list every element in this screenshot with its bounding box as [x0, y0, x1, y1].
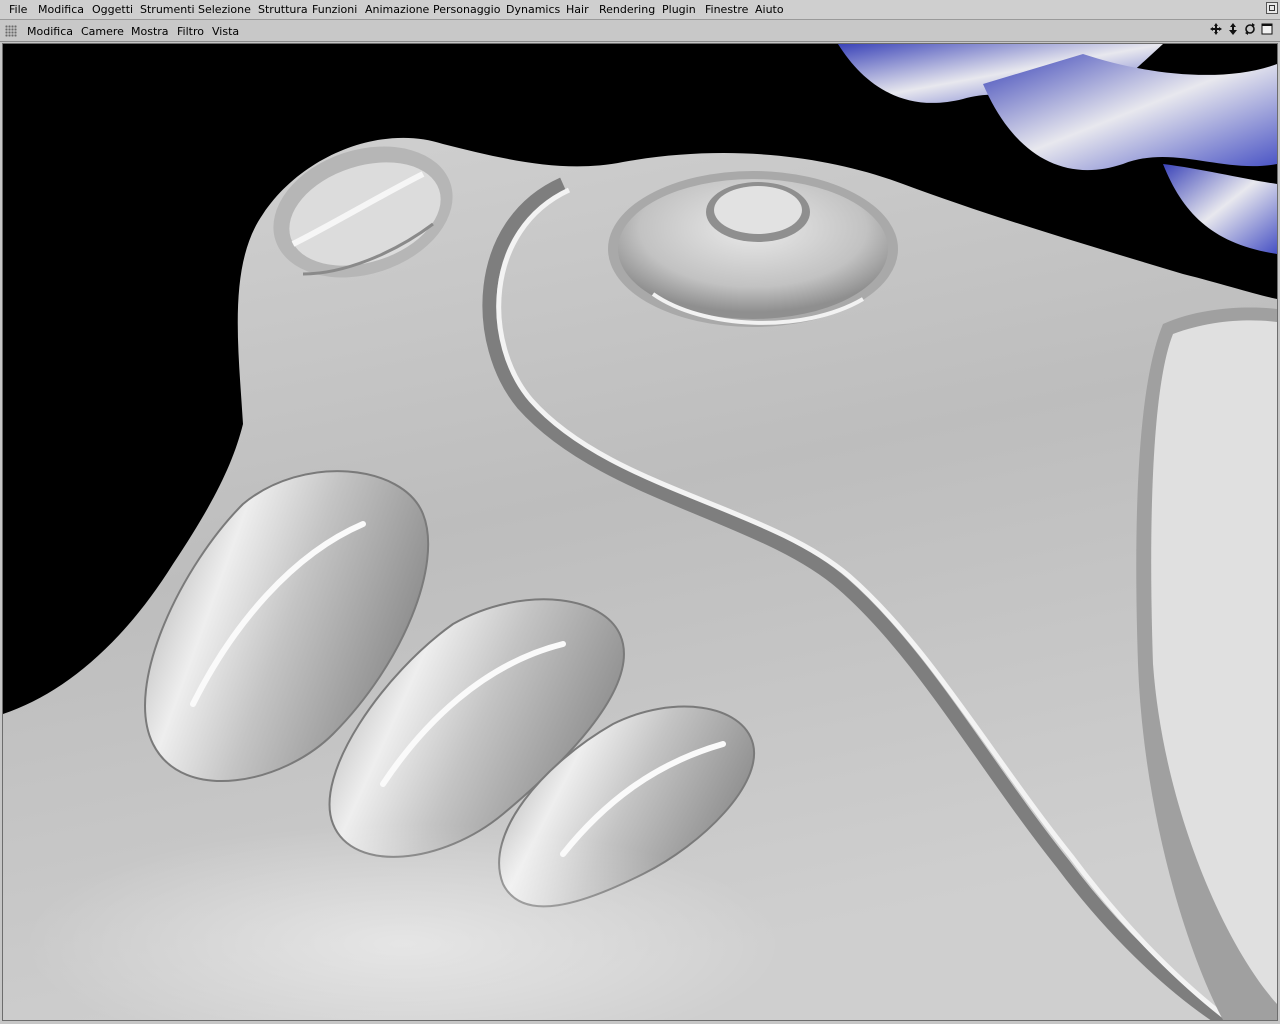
maximize-view-icon[interactable] — [1259, 23, 1275, 39]
3d-viewport[interactable] — [2, 43, 1278, 1021]
menu-plugin[interactable]: Plugin — [662, 3, 696, 17]
mesh-eye-bump — [608, 171, 898, 327]
viewport-menu-camere[interactable]: Camere — [81, 25, 124, 39]
menu-animazione[interactable]: Animazione — [365, 3, 429, 17]
menu-strumenti[interactable]: Strumenti — [140, 3, 195, 17]
menu-rendering[interactable]: Rendering — [599, 3, 655, 17]
rotate-view-icon[interactable] — [1242, 23, 1258, 39]
viewport-menu-filtro[interactable]: Filtro — [177, 25, 204, 39]
menu-hair[interactable]: Hair — [566, 3, 589, 17]
viewport-menu-modifica[interactable]: Modifica — [27, 25, 73, 39]
dolly-view-icon[interactable] — [1225, 23, 1241, 39]
menu-struttura[interactable]: Struttura — [258, 3, 308, 17]
viewport-menu-vista[interactable]: Vista — [212, 25, 239, 39]
menu-selezione[interactable]: Selezione — [198, 3, 251, 17]
menu-modifica[interactable]: Modifica — [38, 3, 84, 17]
menu-funzioni[interactable]: Funzioni — [312, 3, 357, 17]
viewport-menu-mostra[interactable]: Mostra — [131, 25, 169, 39]
main-menu-bar: File Modifica Oggetti Strumenti Selezion… — [0, 0, 1280, 20]
view-navigation-icons — [1208, 23, 1276, 39]
menu-aiuto[interactable]: Aiuto — [755, 3, 784, 17]
menu-personaggio[interactable]: Personaggio — [433, 3, 500, 17]
menu-file[interactable]: File — [9, 3, 27, 17]
menu-oggetti[interactable]: Oggetti — [92, 3, 133, 17]
sculpted-mesh-render — [3, 44, 1277, 1020]
viewport-menu-bar: Modifica Camere Mostra Filtro Vista — [0, 20, 1280, 42]
drag-grip-icon[interactable] — [5, 25, 17, 37]
menu-finestre[interactable]: Finestre — [705, 3, 748, 17]
menu-dynamics[interactable]: Dynamics — [506, 3, 560, 17]
move-view-icon[interactable] — [1208, 23, 1224, 39]
restore-window-icon[interactable] — [1266, 2, 1278, 14]
